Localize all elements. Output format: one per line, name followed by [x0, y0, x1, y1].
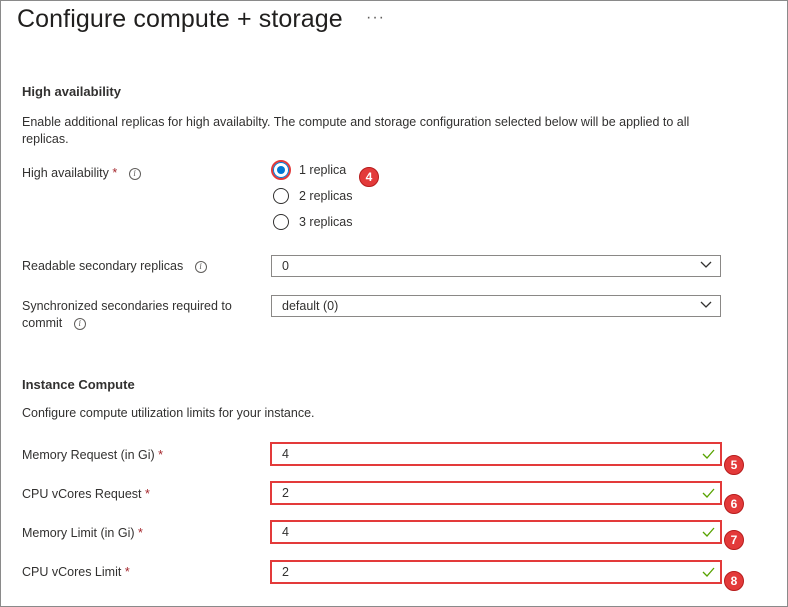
memory-request-label-row: Memory Request (in Gi) * [22, 447, 163, 464]
cpu-limit-label-row: CPU vCores Limit * [22, 564, 130, 581]
memory-request-value: 4 [282, 447, 289, 461]
more-icon[interactable]: ··· [366, 9, 385, 27]
readable-secondary-select[interactable]: 0 [271, 255, 721, 277]
radio-1-replica[interactable] [273, 162, 289, 178]
cpu-limit-label: CPU vCores Limit [22, 565, 122, 579]
radio-2-replicas[interactable] [273, 188, 289, 204]
checkmark-icon [702, 488, 715, 498]
chevron-down-icon [700, 301, 712, 308]
memory-limit-label: Memory Limit (in Gi) [22, 526, 135, 540]
required-mark: * [144, 487, 150, 501]
cpu-limit-input[interactable]: 2 [270, 560, 722, 584]
sync-secondaries-select[interactable]: default (0) [271, 295, 721, 317]
instance-compute-heading: Instance Compute [22, 377, 135, 392]
callout-8: 8 [724, 571, 744, 591]
radio-label-1-replica: 1 replica [299, 163, 347, 177]
callout-6: 6 [724, 494, 744, 514]
high-availability-heading: High availability [22, 84, 121, 99]
radio-3-replicas[interactable] [273, 214, 289, 230]
cpu-request-input[interactable]: 2 [270, 481, 722, 505]
required-mark: * [138, 526, 143, 540]
checkmark-icon [702, 567, 715, 577]
chevron-down-icon [700, 261, 712, 268]
info-icon[interactable]: i [128, 168, 141, 180]
radio-label-2-replicas: 2 replicas [299, 189, 353, 203]
info-icon[interactable]: i [73, 318, 86, 330]
callout-7: 7 [724, 530, 744, 550]
readable-secondary-label-row: Readable secondary replicas i [22, 258, 207, 275]
required-mark: * [124, 565, 130, 579]
memory-limit-input[interactable]: 4 [270, 520, 722, 544]
required-mark: * [158, 448, 164, 462]
sync-secondaries-label-row: commit i [22, 315, 86, 332]
callout-4: 4 [359, 167, 379, 187]
checkmark-icon [702, 527, 715, 537]
memory-limit-value: 4 [282, 525, 289, 539]
info-icon[interactable]: i [194, 261, 207, 273]
page-title: Configure compute + storage [17, 5, 343, 33]
high-availability-description: Enable additional replicas for high avai… [22, 115, 690, 146]
radio-label-3-replicas: 3 replicas [299, 215, 353, 229]
cpu-request-label-row: CPU vCores Request * [22, 486, 150, 503]
readable-secondary-label: Readable secondary replicas [22, 259, 184, 273]
high-availability-label: High availability [22, 166, 109, 180]
instance-compute-description: Configure compute utilization limits for… [22, 406, 315, 420]
cpu-request-value: 2 [282, 486, 289, 500]
cpu-limit-value: 2 [282, 565, 289, 579]
high-availability-field-label: High availability * i [22, 165, 141, 182]
checkmark-icon [702, 449, 715, 459]
memory-request-input[interactable]: 4 [270, 442, 722, 466]
readable-secondary-value: 0 [282, 259, 289, 273]
memory-limit-label-row: Memory Limit (in Gi) * [22, 525, 143, 542]
required-mark: * [112, 166, 118, 180]
sync-secondaries-label-line1: Synchronized secondaries required to [22, 299, 232, 313]
memory-request-label: Memory Request (in Gi) [22, 448, 155, 462]
sync-secondaries-value: default (0) [282, 299, 339, 313]
cpu-request-label: CPU vCores Request [22, 487, 142, 501]
sync-secondaries-label-line2: commit [22, 316, 63, 330]
callout-5: 5 [724, 455, 744, 475]
